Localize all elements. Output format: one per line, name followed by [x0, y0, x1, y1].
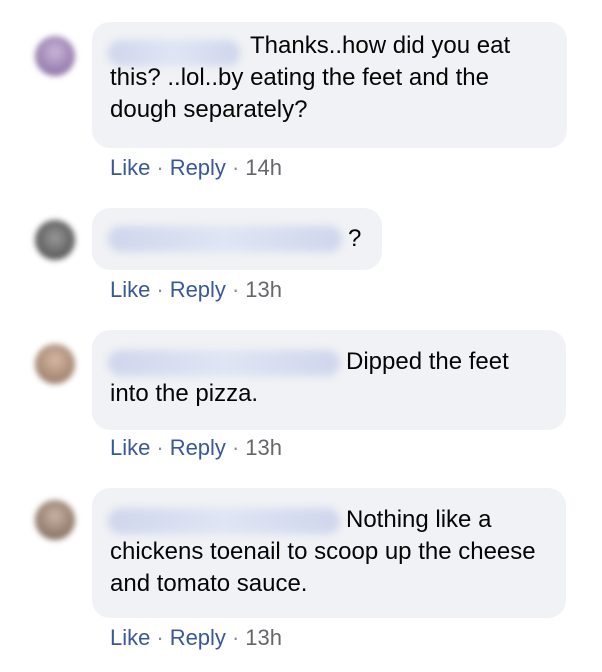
avatar[interactable] — [35, 344, 75, 384]
comment-actions: Like · Reply · 13h — [110, 434, 282, 462]
avatar[interactable] — [35, 36, 75, 76]
timestamp[interactable]: 13h — [245, 435, 282, 460]
separator: · — [156, 625, 164, 650]
separator: · — [231, 625, 240, 650]
comment-text: Nothing like a chickens toenail to scoop… — [110, 506, 536, 597]
reply-link[interactable]: Reply — [170, 435, 226, 460]
comment-bubble: Nothing like a chickens toenail to scoop… — [92, 488, 566, 618]
like-link[interactable]: Like — [110, 155, 150, 180]
comment-text: ? — [348, 225, 362, 252]
commenter-name-redacted[interactable] — [108, 226, 342, 252]
separator: · — [231, 277, 240, 302]
timestamp[interactable]: 13h — [245, 277, 282, 302]
separator: · — [156, 155, 164, 180]
timestamp[interactable]: 13h — [245, 625, 282, 650]
reply-link[interactable]: Reply — [170, 155, 226, 180]
separator: · — [156, 277, 164, 302]
separator: · — [231, 435, 240, 460]
separator: · — [231, 155, 240, 180]
comment-bubble: Thanks..how did you eat this? ..lol..by … — [92, 22, 567, 148]
comment-text: Thanks..how did you eat this? ..lol..by … — [110, 32, 511, 123]
timestamp[interactable]: 14h — [245, 155, 282, 180]
comment-actions: Like · Reply · 13h — [110, 624, 282, 652]
comment-bubble: Dipped the feet into the pizza. — [92, 330, 566, 430]
separator: · — [156, 435, 164, 460]
comment-actions: Like · Reply · 14h — [110, 154, 282, 182]
reply-link[interactable]: Reply — [170, 625, 226, 650]
comment-bubble: ? — [92, 208, 382, 270]
like-link[interactable]: Like — [110, 625, 150, 650]
avatar[interactable] — [35, 220, 75, 260]
avatar[interactable] — [35, 500, 75, 540]
comment-actions: Like · Reply · 13h — [110, 276, 282, 304]
like-link[interactable]: Like — [110, 277, 150, 302]
reply-link[interactable]: Reply — [170, 277, 226, 302]
like-link[interactable]: Like — [110, 435, 150, 460]
comment-text: Dipped the feet into the pizza. — [110, 348, 509, 407]
